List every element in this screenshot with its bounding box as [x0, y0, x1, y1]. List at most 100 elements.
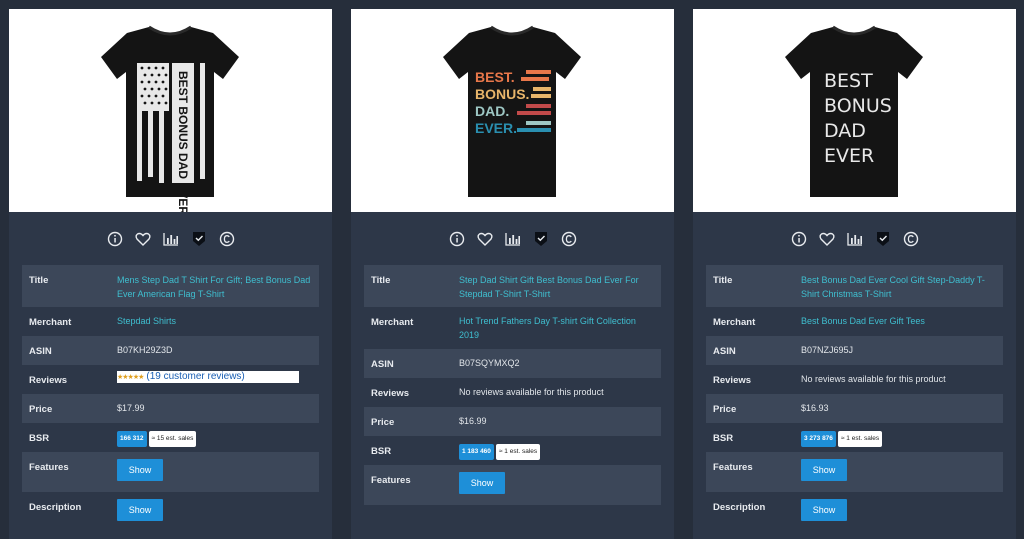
description-row: Description Show — [22, 492, 319, 532]
shirt-print-line: DAD. — [475, 103, 509, 119]
price-value: $17.99 — [117, 403, 145, 413]
merchant-link[interactable]: Stepdad Shirts — [117, 314, 312, 328]
title-link[interactable]: Best Bonus Dad Ever Cool Gift Step-Daddy… — [801, 273, 996, 301]
features-row: Features Show — [22, 452, 319, 492]
price-row: Price $16.93 — [706, 394, 1003, 423]
shirt-print-line: BONUS. — [475, 86, 529, 102]
bsr-row: BSR 3 273 876 ≈ 1 est. sales — [706, 423, 1003, 452]
bsr-value: 1 183 460 ≈ 1 est. sales — [459, 443, 654, 460]
heart-icon[interactable] — [818, 230, 836, 248]
features-label: Features — [371, 475, 411, 486]
product-card: BEST BONUS DAD EVER Title Mens Step Dad … — [9, 9, 332, 539]
reviews-widget[interactable]: ★★★★★ (19 customer reviews) — [117, 371, 299, 383]
reviews-row: Reviews No reviews available for this pr… — [706, 365, 1003, 394]
chart-icon[interactable] — [162, 230, 180, 248]
features-show-button[interactable]: Show — [117, 459, 163, 481]
product-image[interactable]: BEST. BONUS. DAD. EVER. — [351, 9, 674, 212]
asin-label: ASIN — [371, 359, 394, 370]
asin-label: ASIN — [29, 346, 52, 357]
chart-icon[interactable] — [846, 230, 864, 248]
badge-icon[interactable] — [874, 230, 892, 248]
title-link[interactable]: Step Dad Shirt Gift Best Bonus Dad Ever … — [459, 273, 654, 301]
shirt-print-line: EVER. — [475, 120, 517, 136]
product-image[interactable]: BEST BONUS DAD EVER — [693, 9, 1016, 212]
bsr-label: BSR — [713, 433, 734, 444]
reviews-row: Reviews No reviews available for this pr… — [364, 378, 661, 407]
bsr-label: BSR — [29, 433, 50, 444]
bsr-row: BSR 166 312 ≈ 15 est. sales — [22, 423, 319, 452]
shirt-print-line: BONUS — [824, 95, 892, 117]
asin-row: ASIN B07SQYMXQ2 — [364, 349, 661, 378]
asin-value: B07SQYMXQ2 — [459, 358, 520, 368]
asin-value: B07NZJ695J — [801, 345, 854, 355]
heart-icon[interactable] — [134, 230, 152, 248]
bsr-rank-badge: 3 273 876 — [801, 431, 836, 447]
bsr-value: 166 312 ≈ 15 est. sales — [117, 430, 312, 447]
price-row: Price $16.99 — [364, 407, 661, 436]
reviews-value: No reviews available for this product — [459, 387, 604, 397]
features-row: Features Show — [706, 452, 1003, 492]
title-label: Title — [713, 275, 733, 286]
features-show-button[interactable]: Show — [459, 472, 505, 494]
info-icon[interactable] — [790, 230, 808, 248]
reviews-value: No reviews available for this product — [801, 374, 946, 384]
merchant-label: Merchant — [713, 317, 756, 328]
est-sales-badge: ≈ 1 est. sales — [495, 444, 541, 460]
reviews-label: Reviews — [29, 375, 68, 386]
shirt-print-line: DAD — [824, 120, 866, 142]
heart-icon[interactable] — [476, 230, 494, 248]
reviews-row: Reviews ★★★★★ (19 customer reviews) — [22, 365, 319, 394]
chart-icon[interactable] — [504, 230, 522, 248]
price-label: Price — [371, 417, 395, 428]
asin-value: B07KH29Z3D — [117, 345, 173, 355]
shirt-print-line: BEST. — [475, 69, 515, 85]
price-value: $16.99 — [459, 416, 487, 426]
info-icon[interactable] — [106, 230, 124, 248]
merchant-link[interactable]: Best Bonus Dad Ever Gift Tees — [801, 314, 996, 328]
features-show-button[interactable]: Show — [801, 459, 847, 481]
badge-icon[interactable] — [190, 230, 208, 248]
copyright-icon[interactable] — [902, 230, 920, 248]
reviews-label: Reviews — [371, 388, 410, 399]
merchant-row: Merchant Stepdad Shirts — [22, 307, 319, 336]
badge-icon[interactable] — [532, 230, 550, 248]
action-icons — [693, 228, 1016, 250]
shirt-print-text: BEST BONUS DAD EVER — [176, 71, 190, 212]
price-row: Price $17.99 — [22, 394, 319, 423]
est-sales-badge: ≈ 1 est. sales — [837, 431, 883, 447]
title-row: Title Mens Step Dad T Shirt For Gift; Be… — [22, 265, 319, 307]
product-image[interactable]: BEST BONUS DAD EVER — [9, 9, 332, 212]
description-label: Description — [29, 502, 82, 513]
star-rating-icon: ★★★★★ — [117, 374, 144, 381]
description-show-button[interactable]: Show — [801, 499, 847, 521]
copyright-icon[interactable] — [560, 230, 578, 248]
description-show-button[interactable]: Show — [117, 499, 163, 521]
product-card: BEST. BONUS. DAD. EVER. Title Step Dad S… — [351, 9, 674, 539]
info-icon[interactable] — [448, 230, 466, 248]
merchant-link[interactable]: Hot Trend Fathers Day T-shirt Gift Colle… — [459, 314, 654, 342]
title-row: Title Step Dad Shirt Gift Best Bonus Dad… — [364, 265, 661, 307]
est-sales-badge: ≈ 15 est. sales — [148, 431, 197, 447]
merchant-label: Merchant — [29, 317, 72, 328]
title-link[interactable]: Mens Step Dad T Shirt For Gift; Best Bon… — [117, 273, 312, 301]
description-row: Description Show — [706, 492, 1003, 532]
features-row: Features Show — [364, 465, 661, 505]
bsr-label: BSR — [371, 446, 392, 457]
asin-row: ASIN B07NZJ695J — [706, 336, 1003, 365]
bsr-rank-badge: 1 183 460 — [459, 444, 494, 460]
bsr-value: 3 273 876 ≈ 1 est. sales — [801, 430, 996, 447]
title-label: Title — [29, 275, 49, 286]
copyright-icon[interactable] — [218, 230, 236, 248]
price-label: Price — [29, 404, 53, 415]
price-label: Price — [713, 404, 737, 415]
action-icons — [351, 228, 674, 250]
merchant-row: Merchant Best Bonus Dad Ever Gift Tees — [706, 307, 1003, 336]
action-icons — [9, 228, 332, 250]
product-card: BEST BONUS DAD EVER Title Best Bonus Dad… — [693, 9, 1016, 539]
reviews-link[interactable]: (19 customer reviews) — [146, 371, 244, 382]
title-label: Title — [371, 275, 391, 286]
merchant-label: Merchant — [371, 317, 414, 328]
reviews-label: Reviews — [713, 375, 752, 386]
merchant-row: Merchant Hot Trend Fathers Day T-shirt G… — [364, 307, 661, 349]
shirt-print-line: BEST — [824, 70, 873, 92]
